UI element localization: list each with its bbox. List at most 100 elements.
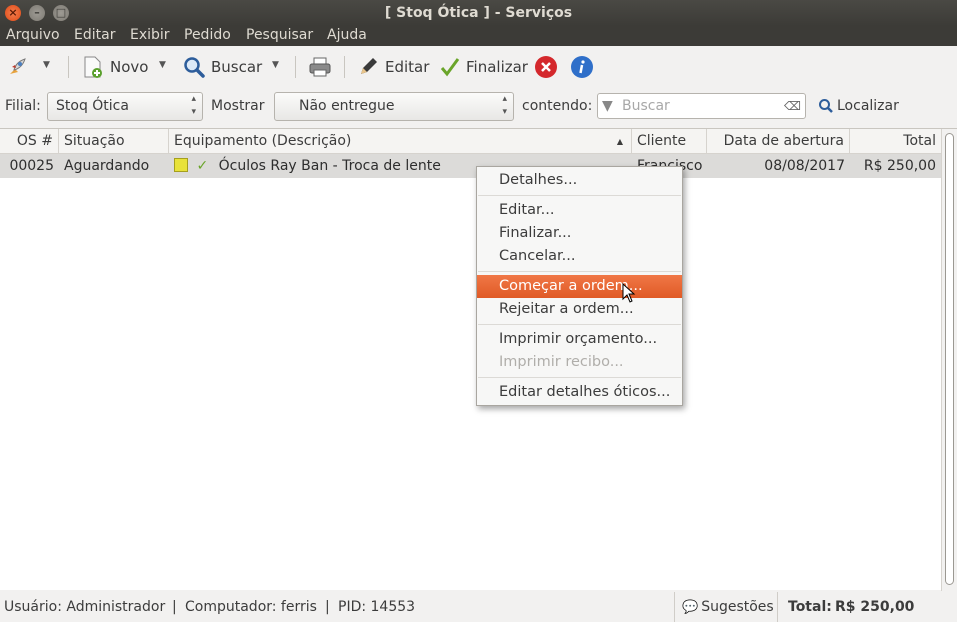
menu-separator	[478, 271, 681, 272]
combo-arrows-icon: ▴ ▾	[191, 94, 196, 117]
menu-item-cancel[interactable]: Cancelar...	[477, 245, 682, 268]
status-user: Usuário: Administrador	[4, 599, 166, 615]
col-header-total[interactable]: Total	[850, 129, 941, 154]
branch-combo[interactable]: Stoq Ótica ▴ ▾	[47, 92, 203, 121]
menu-exibir[interactable]: Exibir	[130, 27, 170, 43]
new-document-icon	[84, 56, 102, 78]
menu-item-details[interactable]: Detalhes...	[477, 169, 682, 192]
suggestions-button[interactable]: 💬 Sugestões	[682, 599, 774, 615]
cell-total: R$ 250,00	[863, 158, 936, 174]
table-header: OS # Situação Equipamento (Descrição) ▲ …	[0, 129, 941, 154]
cell-equipment-text: Óculos Ray Ban - Troca de lente	[218, 158, 441, 174]
speech-bubble-icon: 💬	[682, 599, 699, 615]
col-header-equipment[interactable]: Equipamento (Descrição) ▲	[169, 129, 632, 154]
cell-opened: 08/08/2017	[764, 158, 845, 174]
col-header-os[interactable]: OS #	[0, 129, 59, 154]
menu-separator	[478, 377, 681, 378]
checkmark-icon: ✓	[196, 158, 209, 174]
show-combo[interactable]: Não entregue ▴ ▾	[274, 92, 514, 121]
cell-os: 00025	[9, 158, 54, 174]
locate-button-label: Localizar	[837, 98, 899, 114]
menu-separator	[478, 195, 681, 196]
cancel-button[interactable]	[534, 54, 558, 80]
statusbar: Usuário: Administrador | Computador: fer…	[0, 592, 957, 622]
mouse-cursor-icon	[622, 283, 636, 303]
menu-pesquisar[interactable]: Pesquisar	[246, 27, 313, 43]
new-dropdown-arrow[interactable]: ▼	[159, 60, 166, 70]
magnifier-icon	[819, 99, 833, 113]
finish-button[interactable]: Finalizar	[440, 54, 528, 80]
info-icon	[571, 56, 593, 78]
menu-item-reject-order[interactable]: Rejeitar a ordem...	[477, 298, 682, 321]
menu-item-edit[interactable]: Editar...	[477, 199, 682, 222]
launcher-dropdown-arrow[interactable]: ▼	[43, 60, 50, 70]
cancel-icon	[535, 56, 557, 78]
search-placeholder: Buscar	[622, 98, 670, 114]
status-total-label: Total:	[788, 599, 832, 615]
menu-editar[interactable]: Editar	[74, 27, 115, 43]
toolbar: ▼ Novo ▼ Buscar ▼ Editar Finalizar	[0, 46, 957, 88]
search-dropdown-arrow[interactable]: ▼	[272, 60, 279, 70]
new-button-label: Novo	[110, 58, 149, 76]
finish-button-label: Finalizar	[466, 58, 528, 76]
branch-label: Filial:	[5, 98, 41, 114]
menu-separator	[478, 324, 681, 325]
suggestions-label: Sugestões	[701, 599, 774, 615]
col-header-client[interactable]: Cliente	[632, 129, 707, 154]
info-button[interactable]	[570, 54, 594, 80]
col-header-opened[interactable]: Data de abertura	[707, 129, 850, 154]
menu-ajuda[interactable]: Ajuda	[327, 27, 367, 43]
edit-button[interactable]: Editar	[357, 54, 429, 80]
containing-label: contendo:	[522, 98, 593, 114]
show-label: Mostrar	[211, 98, 265, 114]
context-menu: Detalhes... Editar... Finalizar... Cance…	[476, 166, 683, 406]
col-header-equipment-label: Equipamento (Descrição)	[174, 133, 352, 149]
sort-ascending-icon: ▲	[616, 137, 623, 146]
menu-item-start-order[interactable]: Começar a ordem...	[477, 275, 682, 298]
rocket-icon	[10, 58, 26, 74]
locate-button[interactable]: Localizar	[818, 98, 899, 114]
scrollbar-thumb[interactable]	[945, 133, 954, 585]
combo-arrows-icon: ▴ ▾	[502, 94, 507, 117]
new-button[interactable]: Novo	[82, 54, 148, 80]
window-title: [ Stoq Ótica ] - Serviços	[384, 5, 573, 21]
table-row[interactable]: 00025 Aguardando ✓ Óculos Ray Ban - Troc…	[0, 154, 941, 178]
menu-item-print-quote[interactable]: Imprimir orçamento...	[477, 328, 682, 351]
clear-icon[interactable]: ⌫	[784, 94, 801, 118]
filter-bar: Filial: Stoq Ótica ▴ ▾ Mostrar Não entreg…	[0, 88, 957, 126]
menubar: Arquivo Editar Exibir Pedido Pesquisar A…	[0, 26, 957, 46]
window-titlebar: × – □ [ Stoq Ótica ] - Serviços	[0, 0, 957, 26]
checkmark-icon	[440, 58, 460, 77]
close-window-button[interactable]: ×	[5, 5, 21, 21]
yellow-flag-icon	[174, 158, 188, 172]
minimize-window-button[interactable]: –	[29, 5, 45, 21]
col-header-status[interactable]: Situação	[59, 129, 169, 154]
menu-item-edit-optical-details[interactable]: Editar detalhes óticos...	[477, 381, 682, 404]
status-total-value: R$ 250,00	[835, 599, 915, 615]
search-button[interactable]: Buscar	[183, 54, 262, 80]
status-divider: |	[172, 599, 177, 615]
menu-item-finish[interactable]: Finalizar...	[477, 222, 682, 245]
status-pid: PID: 14553	[338, 599, 416, 615]
cell-status: Aguardando	[64, 158, 150, 174]
status-divider: |	[325, 599, 330, 615]
magnifier-icon	[184, 57, 205, 78]
search-button-label: Buscar	[211, 58, 263, 76]
vertical-scrollbar[interactable]	[941, 129, 957, 591]
print-button[interactable]	[308, 54, 332, 80]
status-separator	[674, 592, 675, 622]
launcher-button[interactable]	[6, 54, 28, 80]
show-combo-value: Não entregue	[299, 98, 395, 114]
menu-item-print-receipt: Imprimir recibo...	[499, 354, 624, 370]
printer-icon	[309, 57, 331, 77]
branch-combo-value: Stoq Ótica	[56, 98, 129, 114]
status-separator	[777, 592, 778, 622]
maximize-window-button[interactable]: □	[53, 5, 69, 21]
toolbar-separator	[68, 56, 69, 78]
menu-arquivo[interactable]: Arquivo	[6, 27, 60, 43]
edit-button-label: Editar	[385, 58, 430, 76]
pencil-icon	[361, 58, 377, 74]
menu-pedido[interactable]: Pedido	[184, 27, 231, 43]
search-input[interactable]: ▼ Buscar ⌫	[597, 93, 806, 119]
toolbar-separator	[295, 56, 296, 78]
